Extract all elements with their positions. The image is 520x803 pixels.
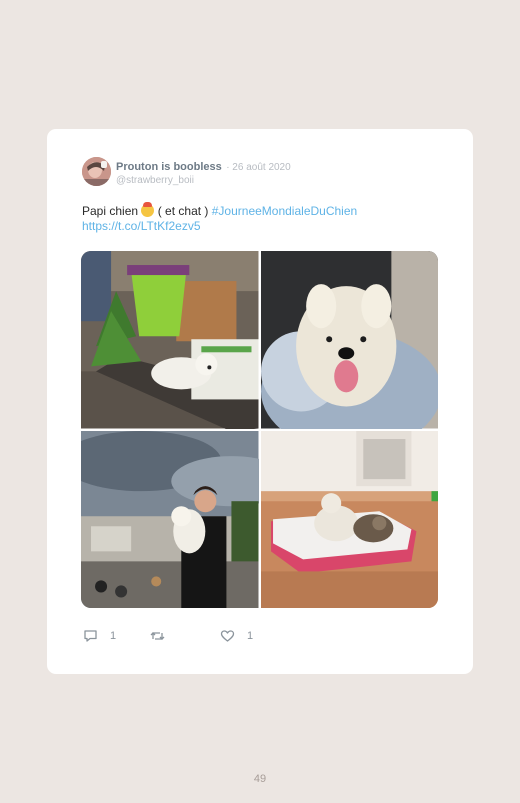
party-face-emoji bbox=[141, 202, 155, 217]
author-name[interactable]: Prouton is boobless bbox=[116, 161, 222, 173]
page-number: 49 bbox=[253, 773, 267, 785]
dog-with-plant-photo[interactable] bbox=[81, 251, 259, 429]
retweet-icon bbox=[150, 632, 165, 640]
author-handle[interactable]: @strawberry_boii bbox=[116, 174, 291, 187]
reply-count: 1 bbox=[110, 630, 117, 642]
like-icon bbox=[220, 630, 235, 642]
like-count: 1 bbox=[247, 630, 254, 642]
tweet-text-start: Papi chien bbox=[82, 204, 139, 218]
dog-and-cat-on-bed-photo[interactable] bbox=[260, 430, 438, 608]
person-holding-dog-photo[interactable] bbox=[81, 430, 259, 608]
hashtag-link[interactable]: #JourneeMondialeDuChien bbox=[212, 204, 357, 218]
like-button[interactable]: 1 bbox=[220, 629, 253, 643]
reply-button[interactable]: 1 bbox=[83, 629, 116, 643]
tweet-date[interactable]: · 26 août 2020 bbox=[226, 162, 291, 173]
avatar[interactable] bbox=[82, 157, 111, 186]
retweet-button[interactable] bbox=[150, 629, 177, 643]
tweet-header: Prouton is boobless · 26 août 2020 @stra… bbox=[116, 159, 291, 187]
reply-icon bbox=[84, 630, 97, 642]
tweet-text: Papi chien ( et chat ) #JourneeMondialeD… bbox=[82, 202, 412, 234]
dog-on-cushion-photo[interactable] bbox=[260, 251, 438, 429]
tweet-card: Prouton is boobless · 26 août 2020 @stra… bbox=[47, 129, 473, 674]
photo-grid bbox=[81, 251, 438, 608]
tweet-url-link[interactable]: https://t.co/LTtKf2ezv5 bbox=[82, 219, 201, 233]
tweet-text-middle: ( et chat ) bbox=[154, 204, 212, 218]
